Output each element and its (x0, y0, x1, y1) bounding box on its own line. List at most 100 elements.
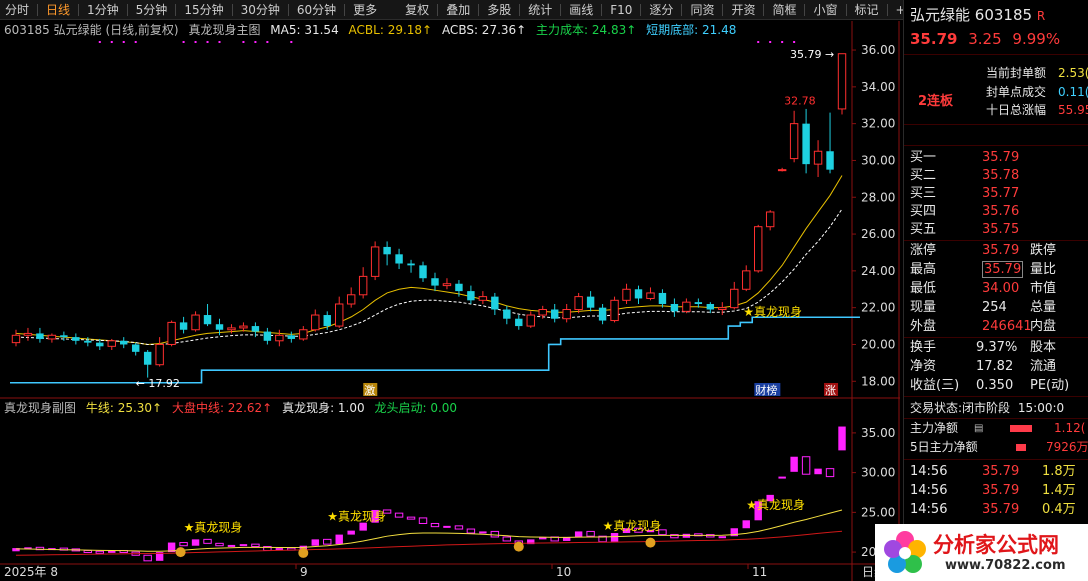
toolbar-item-18[interactable]: 小窗 (808, 0, 842, 20)
sub-candle (95, 550, 104, 554)
toolbar-item-15[interactable]: 同资 (685, 0, 719, 20)
signal-dot (218, 41, 221, 43)
toolbar-item-8[interactable]: 复权 (400, 0, 434, 20)
trade-state-row: 交易状态:闭市阶段 15:00:0 (910, 399, 1086, 418)
sub-candle (227, 544, 236, 547)
toolbar-item-16[interactable]: 开资 (726, 0, 760, 20)
stats-row: 外盘 246641 内盘 (910, 317, 1086, 336)
candle-body (191, 314, 200, 331)
sub-candle (466, 528, 476, 534)
candle-body (203, 315, 212, 325)
r-badge: R (1036, 9, 1046, 23)
bull-line-value: 牛线: 25.30↑ (85, 401, 163, 415)
bid-price: 35.79 (982, 150, 1020, 165)
toolbar-item-12[interactable]: 画线 (564, 0, 598, 20)
bid-row[interactable]: 买五 35.75 (910, 220, 1086, 239)
sub-candle (838, 426, 846, 451)
toolbar-item-5[interactable]: 30分钟 (236, 0, 285, 20)
candle-body (706, 303, 715, 310)
stats2-row: 换手 9.37% 股本 (910, 338, 1086, 357)
toolbar-separator (78, 3, 80, 16)
stats-row: 最高 35.79 量比 (910, 260, 1086, 279)
signal-dot (182, 41, 185, 43)
sub-candle (83, 549, 93, 553)
flow-label: 主力净额 (910, 421, 959, 435)
candle-body (11, 334, 21, 344)
stat-label: 流通 (1030, 359, 1057, 374)
quote-change: 3.25 (968, 30, 1002, 48)
low-price-label: ← 17.92 (136, 377, 180, 390)
toolbar-item-17[interactable]: 简框 (767, 0, 801, 20)
toolbar-item-6[interactable]: 60分钟 (292, 0, 341, 20)
bid-price: 35.78 (982, 168, 1020, 183)
bid-row[interactable]: 买三 35.77 (910, 184, 1086, 203)
bid-row[interactable]: 买二 35.78 (910, 166, 1086, 185)
candle-body (813, 150, 823, 165)
flow-bar (1010, 425, 1032, 432)
sub-candle (610, 533, 619, 542)
quote-pct: 9.99% (1012, 30, 1061, 48)
event-tag-caibang: 财榜 (755, 383, 777, 397)
candle-body (335, 303, 344, 327)
toolbar-item-7[interactable]: 更多 (348, 0, 382, 20)
flow5-label: 5日主力净额 (910, 440, 978, 454)
toolbar-separator (175, 3, 177, 16)
quote-title: 弘元绿能 603185 R (910, 6, 1086, 25)
toolbar-item-0[interactable]: 分时 (0, 0, 34, 20)
stat-label: 外盘 (910, 319, 937, 334)
toolbar-item-9[interactable]: 叠加 (441, 0, 475, 20)
toolbar-separator (344, 3, 346, 16)
candle-body (299, 329, 308, 340)
toolbar-item-3[interactable]: 5分钟 (131, 0, 173, 20)
quote-price: 35.79 (910, 30, 958, 48)
chart-area[interactable]: 18.00 20.00 22.00 24.00 26.00 28.00 30.00 32.00… (0, 21, 900, 581)
site-logo: 分析家公式网 www.70822.com (875, 524, 1088, 581)
toolbar-item-2[interactable]: 1分钟 (82, 0, 124, 20)
cost-value: 主力成本: 24.83↑ (536, 23, 637, 37)
candle-body (383, 246, 391, 255)
toolbar-separator (601, 3, 603, 16)
sub-candle (801, 456, 811, 475)
bid-row[interactable]: 买四 35.76 (910, 202, 1086, 221)
toolbar-item-4[interactable]: 15分钟 (179, 0, 228, 20)
ten-day-row: 十日总涨幅 55.95 (910, 101, 1088, 120)
stat-label: 收益(三) (910, 378, 960, 393)
sub-candle (179, 542, 188, 547)
tick-volume: 1.4万 (1042, 483, 1076, 498)
toolbar-item-10[interactable]: 多股 (482, 0, 516, 20)
stat-label: 换手 (910, 340, 937, 355)
chart-canvas[interactable]: 18.00 20.00 22.00 24.00 26.00 28.00 30.00 32.00… (0, 21, 900, 581)
toolbar-item-11[interactable]: 统计 (523, 0, 557, 20)
toolbar-item-19[interactable]: 标记 (850, 0, 884, 20)
stat-value: 246641 (982, 319, 1032, 334)
sub-y-tick-label: 25.00 (861, 505, 895, 519)
stats2-row: 收益(三) 0.350 PE(动) (910, 376, 1086, 395)
toolbar-item-1[interactable]: 日线 (41, 0, 75, 20)
bid-label: 买四 (910, 204, 937, 219)
signal-dot (242, 41, 245, 43)
y-tick-label: 32.00 (861, 117, 895, 131)
sub-candle (502, 536, 512, 542)
dragon-signal-sub: ★真龙现身 (746, 497, 805, 512)
tick-row: 14:56 35.79 1.4万 (910, 481, 1086, 500)
trade-state-label: 交易状态: (910, 401, 963, 415)
candle-body (155, 343, 164, 366)
dragon-signal-sub: ★真龙现身 (327, 508, 386, 523)
candle-body (72, 337, 80, 341)
quote-price-row: 35.79 3.25 9.99% (910, 30, 1086, 49)
main-indicator-name[interactable]: 真龙现身主图 (188, 23, 260, 37)
flow-menu-icon[interactable]: ▤ (974, 419, 983, 438)
candle-body (730, 288, 739, 309)
bid-row[interactable]: 买一 35.79 (910, 148, 1086, 167)
y-tick-label: 20.00 (861, 337, 895, 351)
sub-indicator-name[interactable]: 真龙现身副图 (4, 401, 76, 415)
tick-time: 14:56 (910, 502, 948, 517)
candle-body (789, 123, 799, 160)
candle-body (777, 169, 787, 172)
sub-candle (323, 538, 332, 545)
toolbar-item-14[interactable]: 逐分 (644, 0, 678, 20)
candle-body (550, 309, 559, 319)
sub-candle (443, 525, 451, 528)
toolbar-item-13[interactable]: F10 (605, 0, 637, 20)
candle-body (370, 246, 380, 277)
